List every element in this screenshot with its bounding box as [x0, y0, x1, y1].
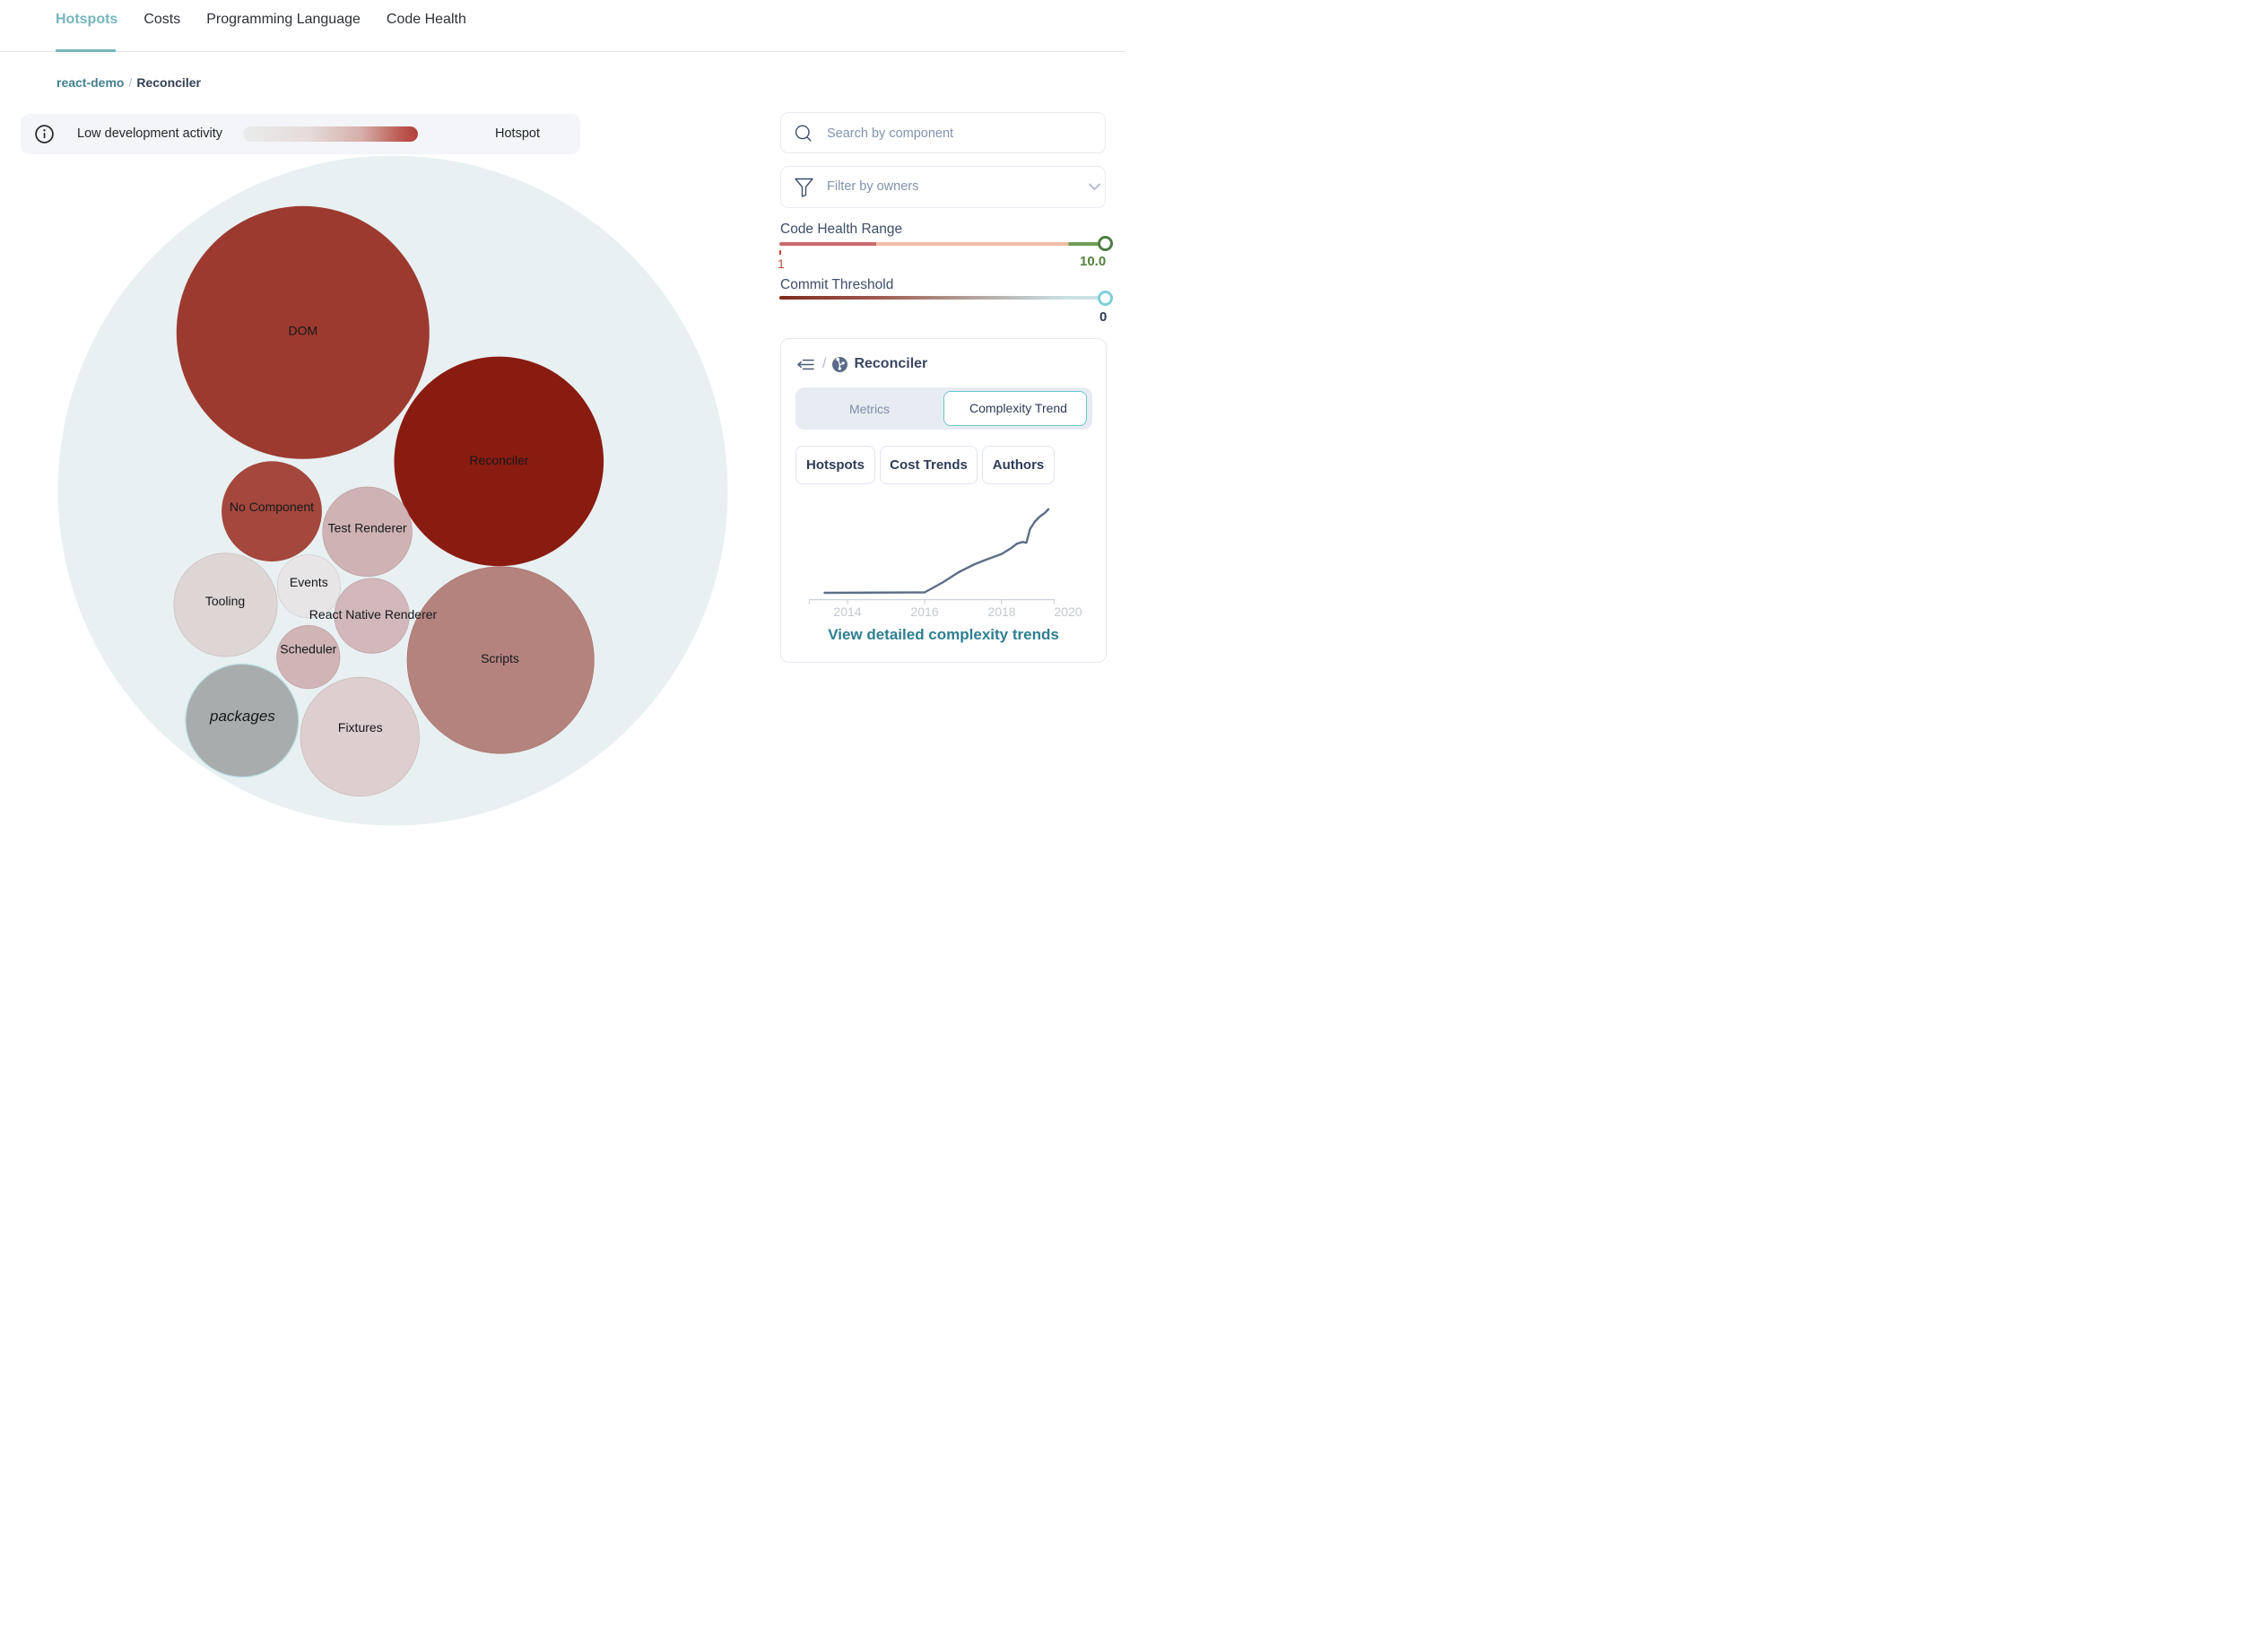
- svg-text:2018: 2018: [987, 604, 1015, 619]
- svg-text:Scripts: Scripts: [481, 651, 519, 665]
- svg-text:Fixtures: Fixtures: [338, 720, 383, 735]
- svg-text:2016: 2016: [910, 604, 938, 619]
- svg-text:Events: Events: [290, 575, 328, 589]
- svg-text:packages: packages: [209, 708, 275, 725]
- svg-text:Tooling: Tooling: [205, 594, 245, 608]
- svg-text:2020: 2020: [1054, 604, 1082, 619]
- svg-text:DOM: DOM: [288, 324, 317, 338]
- svg-text:No Component: No Component: [230, 500, 314, 514]
- svg-text:Reconciler: Reconciler: [469, 453, 528, 467]
- svg-text:Scheduler: Scheduler: [280, 642, 336, 656]
- svg-text:Test Renderer: Test Renderer: [328, 521, 407, 535]
- svg-text:2014: 2014: [833, 604, 861, 619]
- svg-text:React Native Renderer: React Native Renderer: [309, 607, 438, 622]
